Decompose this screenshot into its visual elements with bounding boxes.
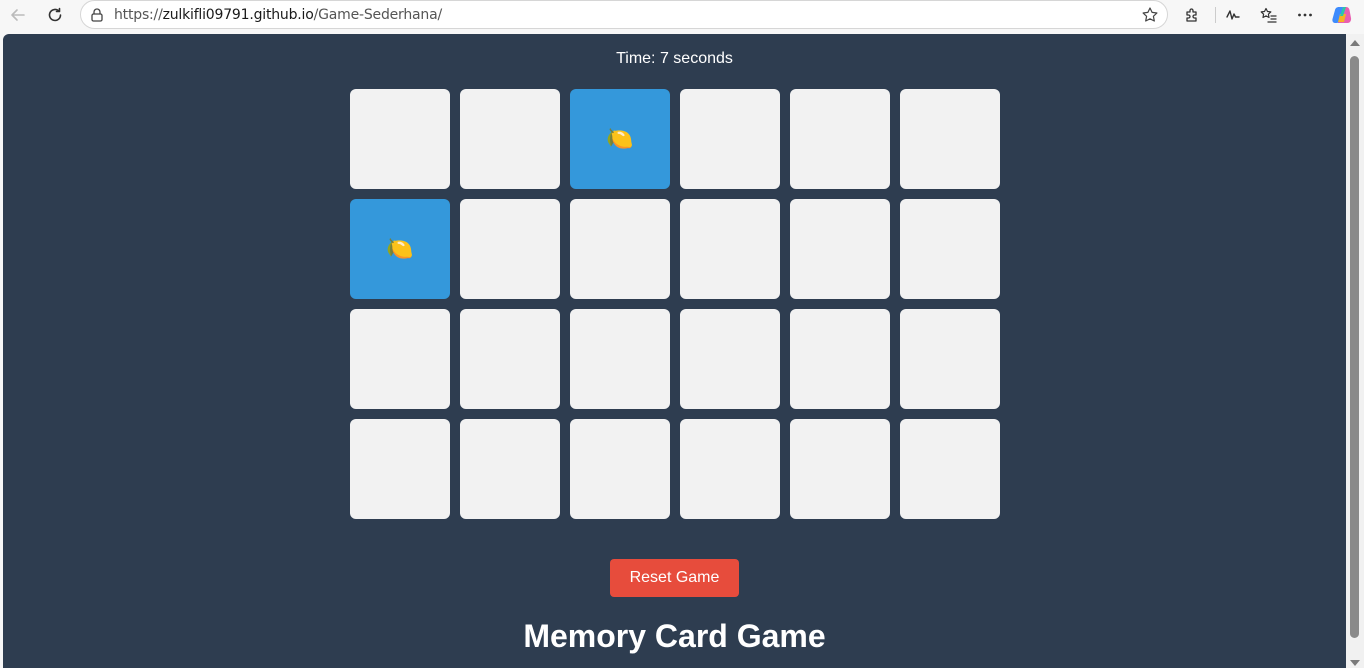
puzzle-icon <box>1186 8 1197 22</box>
address-bar[interactable]: https://zulkifli09791.github.io/Game-Sed… <box>80 0 1168 29</box>
lemon-icon: 🍋 <box>606 126 634 151</box>
scroll-down-arrow-icon[interactable] <box>1350 660 1360 666</box>
refresh-icon <box>48 7 62 22</box>
favorites-button[interactable] <box>1258 4 1280 26</box>
memory-card[interactable] <box>790 419 890 519</box>
favorites-list-icon <box>1260 7 1277 23</box>
lemon-icon: 🍋 <box>386 236 414 261</box>
heartbeat-icon <box>1226 10 1240 20</box>
memory-card[interactable] <box>350 89 450 189</box>
memory-card[interactable] <box>680 89 780 189</box>
memory-card[interactable] <box>790 89 890 189</box>
memory-card[interactable] <box>570 309 670 409</box>
refresh-button[interactable] <box>43 3 67 27</box>
scrollbar-thumb[interactable] <box>1350 56 1359 638</box>
memory-card[interactable] <box>790 199 890 299</box>
page-viewport: Time: 7 seconds 🍋 🍋 Reset Game Memory Car… <box>3 34 1346 668</box>
favorite-star-icon[interactable] <box>1141 6 1159 24</box>
vertical-scrollbar[interactable] <box>1346 34 1364 668</box>
memory-card[interactable] <box>900 419 1000 519</box>
memory-card[interactable] <box>900 89 1000 189</box>
memory-card[interactable] <box>680 199 780 299</box>
extensions-button[interactable] <box>1181 4 1203 26</box>
game-timer: Time: 7 seconds <box>616 50 733 67</box>
memory-card[interactable] <box>900 309 1000 409</box>
memory-card[interactable] <box>350 419 450 519</box>
url-path: /Game-Sederhana/ <box>313 7 443 23</box>
url-prefix: https:// <box>114 7 163 23</box>
memory-card[interactable] <box>680 309 780 409</box>
more-menu-button[interactable] <box>1294 4 1316 26</box>
memory-card[interactable] <box>460 199 560 299</box>
memory-card[interactable] <box>570 199 670 299</box>
memory-card[interactable] <box>460 419 560 519</box>
back-arrow-icon <box>11 9 25 21</box>
copilot-icon <box>1332 7 1352 23</box>
memory-card[interactable] <box>570 419 670 519</box>
memory-card[interactable] <box>790 309 890 409</box>
memory-card[interactable] <box>460 89 560 189</box>
url-host: zulkifli09791.github.io <box>162 7 314 23</box>
browser-essentials-button[interactable] <box>1222 4 1244 26</box>
memory-card[interactable] <box>460 309 560 409</box>
reset-game-button[interactable]: Reset Game <box>610 559 739 597</box>
memory-card[interactable]: 🍋 <box>570 89 670 189</box>
memory-card[interactable] <box>900 199 1000 299</box>
scroll-up-arrow-icon[interactable] <box>1350 40 1360 46</box>
ellipsis-icon <box>1298 13 1312 17</box>
url-text: https://zulkifli09791.github.io/Game-Sed… <box>114 7 442 23</box>
page-title: Memory Card Game <box>523 618 826 654</box>
site-info-lock-icon[interactable] <box>89 7 105 23</box>
memory-card[interactable]: 🍋 <box>350 199 450 299</box>
browser-toolbar: https://zulkifli09791.github.io/Game-Sed… <box>0 0 1364 30</box>
copilot-button[interactable] <box>1331 4 1353 26</box>
back-button[interactable] <box>6 3 30 27</box>
memory-card[interactable] <box>350 309 450 409</box>
card-grid: 🍋 🍋 <box>350 89 1000 519</box>
memory-card[interactable] <box>680 419 780 519</box>
toolbar-separator <box>1215 7 1216 23</box>
